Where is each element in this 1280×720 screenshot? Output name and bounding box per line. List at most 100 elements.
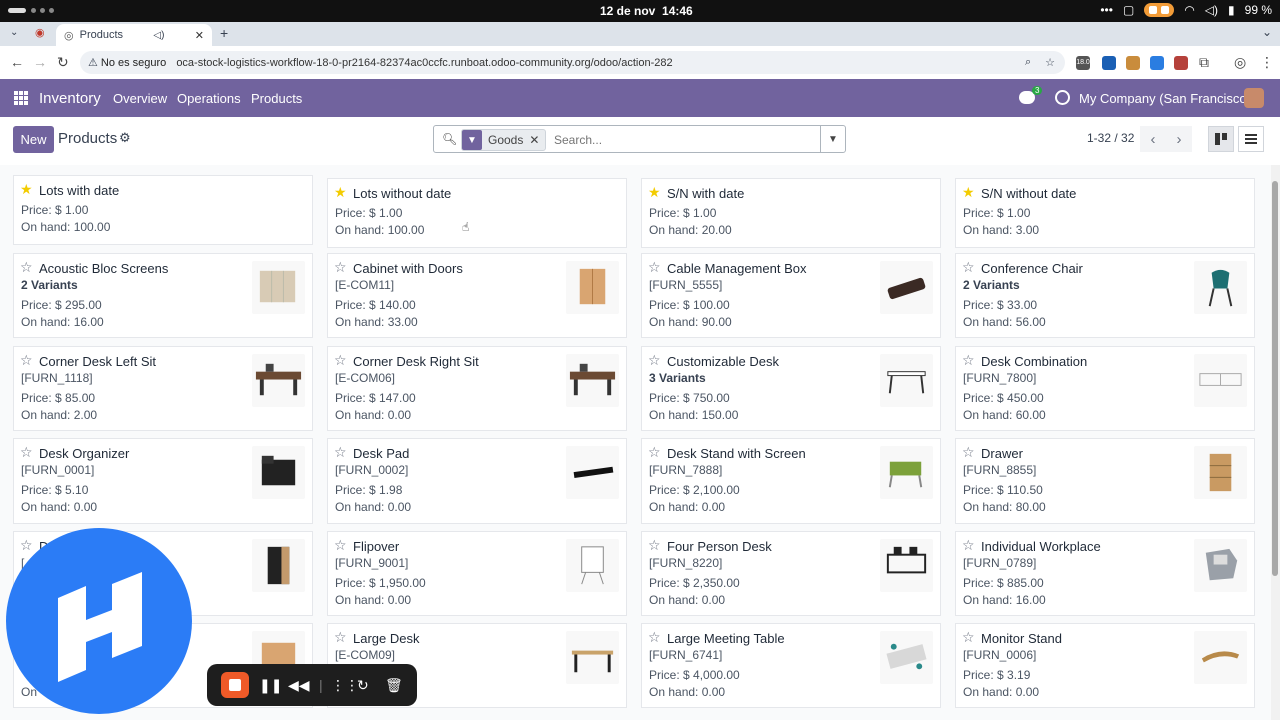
clipboard-icon[interactable]: ▢ bbox=[1123, 3, 1134, 17]
product-card[interactable]: ☆ Acoustic Bloc Screens 2 Variants Price: $… bbox=[13, 253, 313, 338]
zoom-icon[interactable]: ⌕ bbox=[1025, 56, 1031, 69]
favorite-star-icon[interactable]: ★ bbox=[962, 185, 975, 199]
product-card[interactable]: ★ Lots without date Price: $ 1.00 On hand: … bbox=[327, 178, 627, 248]
screen-record-indicator[interactable] bbox=[1144, 3, 1175, 17]
back-icon[interactable]: ← bbox=[10, 54, 24, 70]
favorite-star-icon[interactable]: ☆ bbox=[20, 445, 33, 459]
kanban-scrollbar[interactable] bbox=[1271, 165, 1280, 720]
extension-icon[interactable] bbox=[1102, 56, 1116, 70]
product-card[interactable]: ☆ Desk Organizer [FURN_0001] Price: $ 5.10 O… bbox=[13, 438, 313, 524]
product-card[interactable]: ☆ Flipover [FURN_9001] Price: $ 1,950.00 On … bbox=[327, 531, 627, 616]
browser-menu-icon[interactable]: ⋮ bbox=[1260, 54, 1274, 71]
reload-icon[interactable]: ↻ bbox=[57, 54, 69, 71]
remove-facet-icon[interactable]: ✕ bbox=[529, 133, 545, 147]
tab-products[interactable]: ◎ Products ◁) ✕ bbox=[56, 24, 212, 46]
company-switcher[interactable]: My Company (San Francisco) bbox=[1079, 91, 1251, 106]
product-card[interactable]: ☆ Drawer [FURN_8855] Price: $ 110.50 On hand… bbox=[955, 438, 1255, 524]
menu-operations[interactable]: Operations bbox=[177, 91, 241, 106]
search-input[interactable] bbox=[552, 129, 816, 151]
audio-icon[interactable]: ◁) bbox=[153, 30, 164, 41]
pause-icon[interactable]: ❚❚ bbox=[259, 677, 282, 694]
product-card[interactable]: ☆ Corner Desk Right Sit [E-COM06] Price: $ … bbox=[327, 346, 627, 431]
restart-icon[interactable]: ↻ bbox=[357, 677, 369, 694]
kanban-view-button[interactable] bbox=[1208, 126, 1234, 152]
search-options-toggle[interactable]: ▼ bbox=[820, 126, 845, 152]
wifi-icon[interactable]: ◠ bbox=[1184, 3, 1194, 17]
close-tab-icon[interactable]: ✕ bbox=[195, 29, 204, 42]
favorite-star-icon[interactable]: ☆ bbox=[20, 260, 33, 274]
extension-icon[interactable] bbox=[1174, 56, 1188, 70]
bookmark-star-icon[interactable]: ☆ bbox=[1045, 56, 1055, 69]
favorite-star-icon[interactable]: ☆ bbox=[648, 538, 661, 552]
product-card[interactable]: ☆ Desk Combination [FURN_7800] Price: $ 450… bbox=[955, 346, 1255, 431]
favorite-star-icon[interactable]: ☆ bbox=[334, 445, 347, 459]
favorite-star-icon[interactable]: ★ bbox=[20, 182, 33, 196]
product-card[interactable]: ☆ Customizable Desk 3 Variants Price: $ 750… bbox=[641, 346, 941, 431]
product-card[interactable]: ★ Lots with date Price: $ 1.00 On hand: 100… bbox=[13, 175, 313, 245]
product-card[interactable]: ☆ Four Person Desk [FURN_8220] Price: $ 2,3… bbox=[641, 531, 941, 616]
profile-icon[interactable]: ◎ bbox=[1234, 54, 1246, 71]
favorite-star-icon[interactable]: ☆ bbox=[962, 445, 975, 459]
app-menu-icon[interactable] bbox=[14, 91, 28, 105]
product-card[interactable]: ☆ Individual Workplace [FURN_0789] Price: $… bbox=[955, 531, 1255, 616]
product-card[interactable]: ☆ Cable Management Box [FURN_5555] Price: $… bbox=[641, 253, 941, 338]
product-image bbox=[880, 631, 933, 684]
list-view-button[interactable] bbox=[1238, 126, 1264, 152]
menu-products[interactable]: Products bbox=[251, 91, 302, 106]
product-card[interactable]: ☆ Desk Stand with Screen [FURN_7888] Price:… bbox=[641, 438, 941, 524]
activity-clock-icon[interactable] bbox=[1055, 90, 1070, 105]
favorite-star-icon[interactable]: ★ bbox=[334, 185, 347, 199]
volume-icon[interactable]: ◁) bbox=[1205, 3, 1218, 17]
battery-icon[interactable]: ▮ bbox=[1228, 3, 1235, 17]
favorite-star-icon[interactable]: ☆ bbox=[334, 538, 347, 552]
product-card[interactable]: ☆ Large Meeting Table [FURN_6741] Price: $ … bbox=[641, 623, 941, 708]
favorite-star-icon[interactable]: ☆ bbox=[648, 260, 661, 274]
product-card[interactable]: ☆ Cabinet with Doors [E-COM11] Price: $ 140… bbox=[327, 253, 627, 338]
pager-value[interactable]: 1-32 / 32 bbox=[1087, 131, 1134, 145]
recording-tab-icon[interactable]: ◉ bbox=[35, 26, 45, 39]
trash-icon[interactable]: 🗑︎ bbox=[385, 677, 403, 694]
favorite-star-icon[interactable]: ☆ bbox=[334, 260, 347, 274]
pager-next-button[interactable]: › bbox=[1166, 126, 1192, 152]
extension-icon[interactable] bbox=[1150, 56, 1164, 70]
more-icon[interactable]: ••• bbox=[1100, 3, 1113, 17]
favorite-star-icon[interactable]: ★ bbox=[648, 185, 661, 199]
extensions-puzzle-icon[interactable]: ⧉ bbox=[1199, 54, 1209, 71]
favorite-star-icon[interactable]: ☆ bbox=[648, 445, 661, 459]
product-card[interactable]: ☆ Monitor Stand [FURN_0006] Price: $ 3.19 On… bbox=[955, 623, 1255, 708]
extension-icon[interactable] bbox=[1126, 56, 1140, 70]
odoo-version-extension[interactable]: 18.0 bbox=[1076, 56, 1090, 70]
product-card[interactable]: ★ S/N with date Price: $ 1.00 On hand: 20.0… bbox=[641, 178, 941, 248]
rewind-icon[interactable]: ◀◀ bbox=[288, 677, 310, 694]
favorite-star-icon[interactable]: ☆ bbox=[962, 260, 975, 274]
menu-overview[interactable]: Overview bbox=[113, 91, 167, 106]
search-icon[interactable]: 🔍︎ bbox=[442, 132, 457, 146]
grid-icon[interactable]: ⋮⋮ bbox=[331, 677, 359, 694]
warning-icon[interactable]: ⚠ bbox=[88, 56, 98, 69]
product-card[interactable]: ☆ Corner Desk Left Sit [FURN_1118] Price: $… bbox=[13, 346, 313, 431]
favorite-star-icon[interactable]: ☆ bbox=[334, 630, 347, 644]
favorite-star-icon[interactable]: ☆ bbox=[334, 353, 347, 367]
url-text[interactable]: oca-stock-logistics-workflow-18-0-pr2164… bbox=[176, 57, 672, 69]
favorite-star-icon[interactable]: ☆ bbox=[20, 353, 33, 367]
favorite-star-icon[interactable]: ☆ bbox=[962, 353, 975, 367]
product-card[interactable]: ☆ Conference Chair 2 Variants Price: $ 33.0… bbox=[955, 253, 1255, 338]
favorite-star-icon[interactable]: ☆ bbox=[648, 630, 661, 644]
app-name[interactable]: Inventory bbox=[39, 90, 101, 107]
new-button[interactable]: New bbox=[13, 126, 54, 153]
favorite-star-icon[interactable]: ☆ bbox=[648, 353, 661, 367]
address-bar[interactable]: ⚠ No es seguro oca-stock-logistics-workf… bbox=[80, 51, 1065, 74]
pager-previous-button[interactable]: ‹ bbox=[1140, 126, 1166, 152]
tab-search-icon[interactable]: ⌄ bbox=[1262, 25, 1272, 39]
forward-icon[interactable]: → bbox=[33, 54, 47, 70]
favorite-star-icon[interactable]: ☆ bbox=[962, 630, 975, 644]
gear-icon[interactable]: ⚙ bbox=[119, 130, 131, 146]
product-card[interactable]: ★ S/N without date Price: $ 1.00 On hand: 3… bbox=[955, 178, 1255, 248]
favorite-star-icon[interactable]: ☆ bbox=[962, 538, 975, 552]
product-card[interactable]: ☆ Desk Pad [FURN_0002] Price: $ 1.98 On hand… bbox=[327, 438, 627, 524]
avatar[interactable] bbox=[1244, 88, 1264, 108]
security-label[interactable]: No es seguro bbox=[101, 57, 166, 69]
stop-recording-button[interactable] bbox=[221, 672, 249, 698]
new-tab-icon[interactable]: + bbox=[220, 25, 228, 41]
tab-list-icon[interactable]: ⌄ bbox=[10, 27, 18, 38]
